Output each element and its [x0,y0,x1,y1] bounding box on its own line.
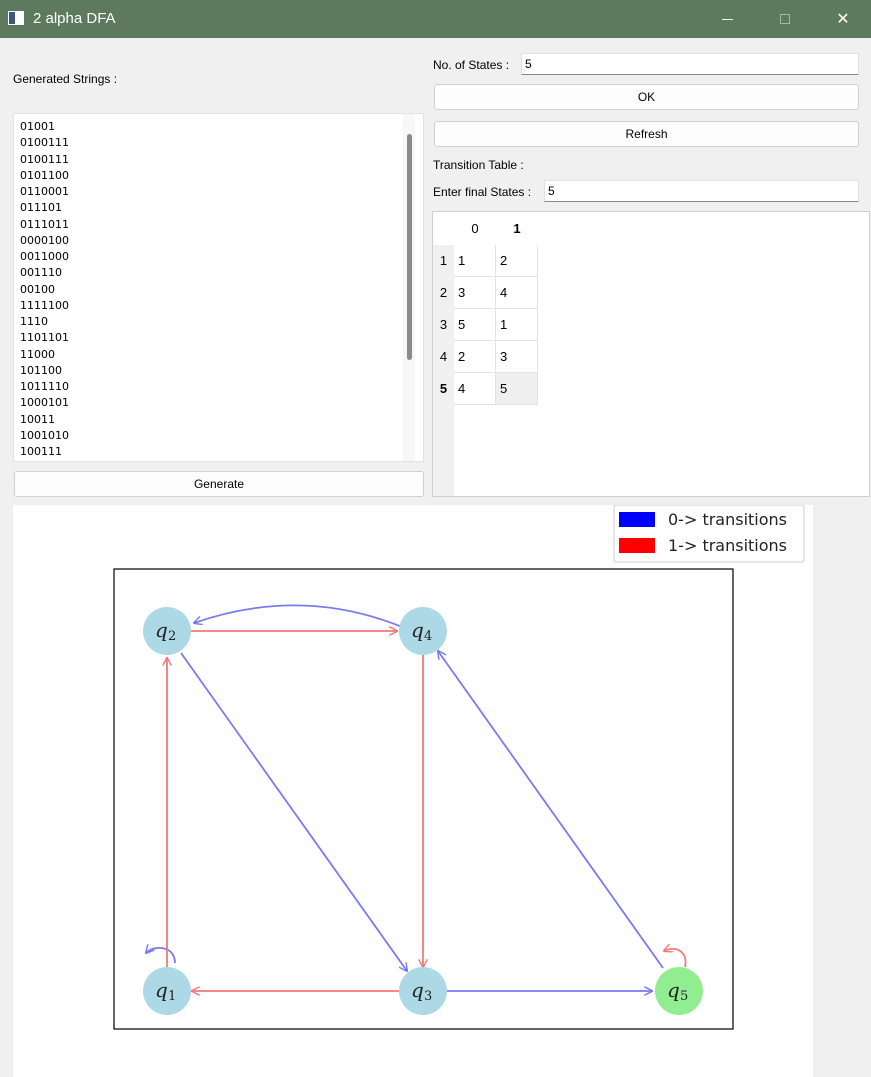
state-q1-sub: 1 [168,989,176,1004]
window-title: 2 alpha DFA [33,10,116,27]
table-cell[interactable]: 3 [496,341,538,373]
list-item[interactable]: 10011 [20,412,55,428]
row-header[interactable]: 2 [433,277,454,309]
state-q2: q 2 [143,607,191,655]
list-item[interactable]: 011101 [20,200,62,216]
list-item[interactable]: 00100 [20,282,55,298]
ok-button[interactable]: OK [434,84,859,110]
table-cell[interactable]: 4 [454,373,496,405]
state-q5-name: q [667,978,680,1002]
graph-legend: 0-> transitions 1-> transitions [613,505,805,563]
maximize-icon [780,14,790,24]
edge-q2-q3-zero [180,652,407,971]
generated-strings-list[interactable]: 01001 0100111 0100111 0101100 0110001 011101 0… [13,113,424,462]
table-cell[interactable]: 1 [496,309,538,341]
state-q2-name: q [155,618,168,642]
legend-zero-label: 0-> transitions [668,510,787,529]
state-q1-name: q [155,978,168,1002]
close-icon: ✕ [836,11,850,28]
state-q5-sub: 5 [680,989,688,1004]
final-states-input[interactable]: 5 [544,180,859,202]
table-cell[interactable]: 3 [454,277,496,309]
legend-swatch-blue [619,512,655,527]
minimize-button[interactable] [704,0,750,38]
list-item[interactable]: 0111011 [20,217,69,233]
list-item[interactable]: 1011110 [20,379,69,395]
table-cell[interactable]: 2 [496,245,538,277]
edge-q5-q4-zero [438,651,664,969]
table-cell-selected[interactable]: 5 [496,373,538,405]
list-item[interactable]: 1111100 [20,298,69,314]
list-item[interactable]: 0110001 [20,184,69,200]
list-item[interactable]: 0100111 [20,135,69,151]
state-q3-sub: 3 [424,989,432,1004]
table-cell[interactable]: 5 [454,309,496,341]
list-item[interactable]: 01001 [20,119,55,135]
row-header[interactable]: 4 [433,341,454,373]
state-q3: q 3 [399,967,447,1015]
transition-table[interactable]: 0 1 1 2 3 4 5 1 2 3 4 5 1 2 3 4 5 [432,211,870,497]
column-header-0[interactable]: 0 [454,212,496,245]
close-button[interactable]: ✕ [820,0,866,38]
row-header[interactable]: 1 [433,245,454,277]
states-label: No. of States : [433,58,510,72]
list-item[interactable]: 0000100 [20,233,69,249]
transition-table-label: Transition Table : [433,158,524,172]
edge-q4-q2-zero [194,604,403,628]
list-item[interactable]: 1110 [20,314,48,330]
dfa-graph-canvas: 0-> transitions 1-> transitions q 1 q 2 [13,505,813,1077]
legend-swatch-red [619,538,655,553]
state-q4-name: q [411,618,424,642]
title-bar: 2 alpha DFA ✕ [0,0,871,38]
edge-q5-q5-one [664,949,687,968]
list-item[interactable]: 1000101 [20,395,69,411]
table-cell[interactable]: 4 [496,277,538,309]
list-item[interactable]: 1001010 [20,428,69,444]
state-q2-sub: 2 [168,629,176,644]
scrollbar-thumb[interactable] [407,134,412,360]
legend-one-label: 1-> transitions [668,536,787,555]
state-q3-name: q [411,978,424,1002]
list-item[interactable]: 0100111 [20,152,69,168]
refresh-button[interactable]: Refresh [434,121,859,147]
states-input[interactable]: 5 [521,53,859,75]
app-icon [8,11,24,25]
list-scrollbar[interactable] [403,114,415,461]
list-item[interactable]: 101100 [20,363,62,379]
state-q4-sub: 4 [424,629,432,644]
state-q5-final: q 5 [655,967,703,1015]
minimize-icon [721,18,733,20]
list-item[interactable]: 100111 [20,444,62,460]
row-header[interactable]: 5 [433,373,454,405]
list-item[interactable]: 0011000 [20,249,69,265]
list-item[interactable]: 1101101 [20,330,69,346]
column-header-1[interactable]: 1 [496,212,538,245]
state-q1: q 1 [143,967,191,1015]
generated-strings-label: Generated Strings : [13,72,118,86]
row-header[interactable]: 3 [433,309,454,341]
list-item[interactable]: 0101100 [20,168,69,184]
generate-button[interactable]: Generate [14,471,424,497]
edge-q1-q1-zero [146,948,176,964]
table-cell[interactable]: 2 [454,341,496,373]
table-cell[interactable]: 1 [454,245,496,277]
state-q4: q 4 [399,607,447,655]
final-states-label: Enter final States : [433,185,532,199]
list-item[interactable]: 11000 [20,347,55,363]
list-item[interactable]: 001110 [20,265,62,281]
maximize-button[interactable] [762,0,808,38]
